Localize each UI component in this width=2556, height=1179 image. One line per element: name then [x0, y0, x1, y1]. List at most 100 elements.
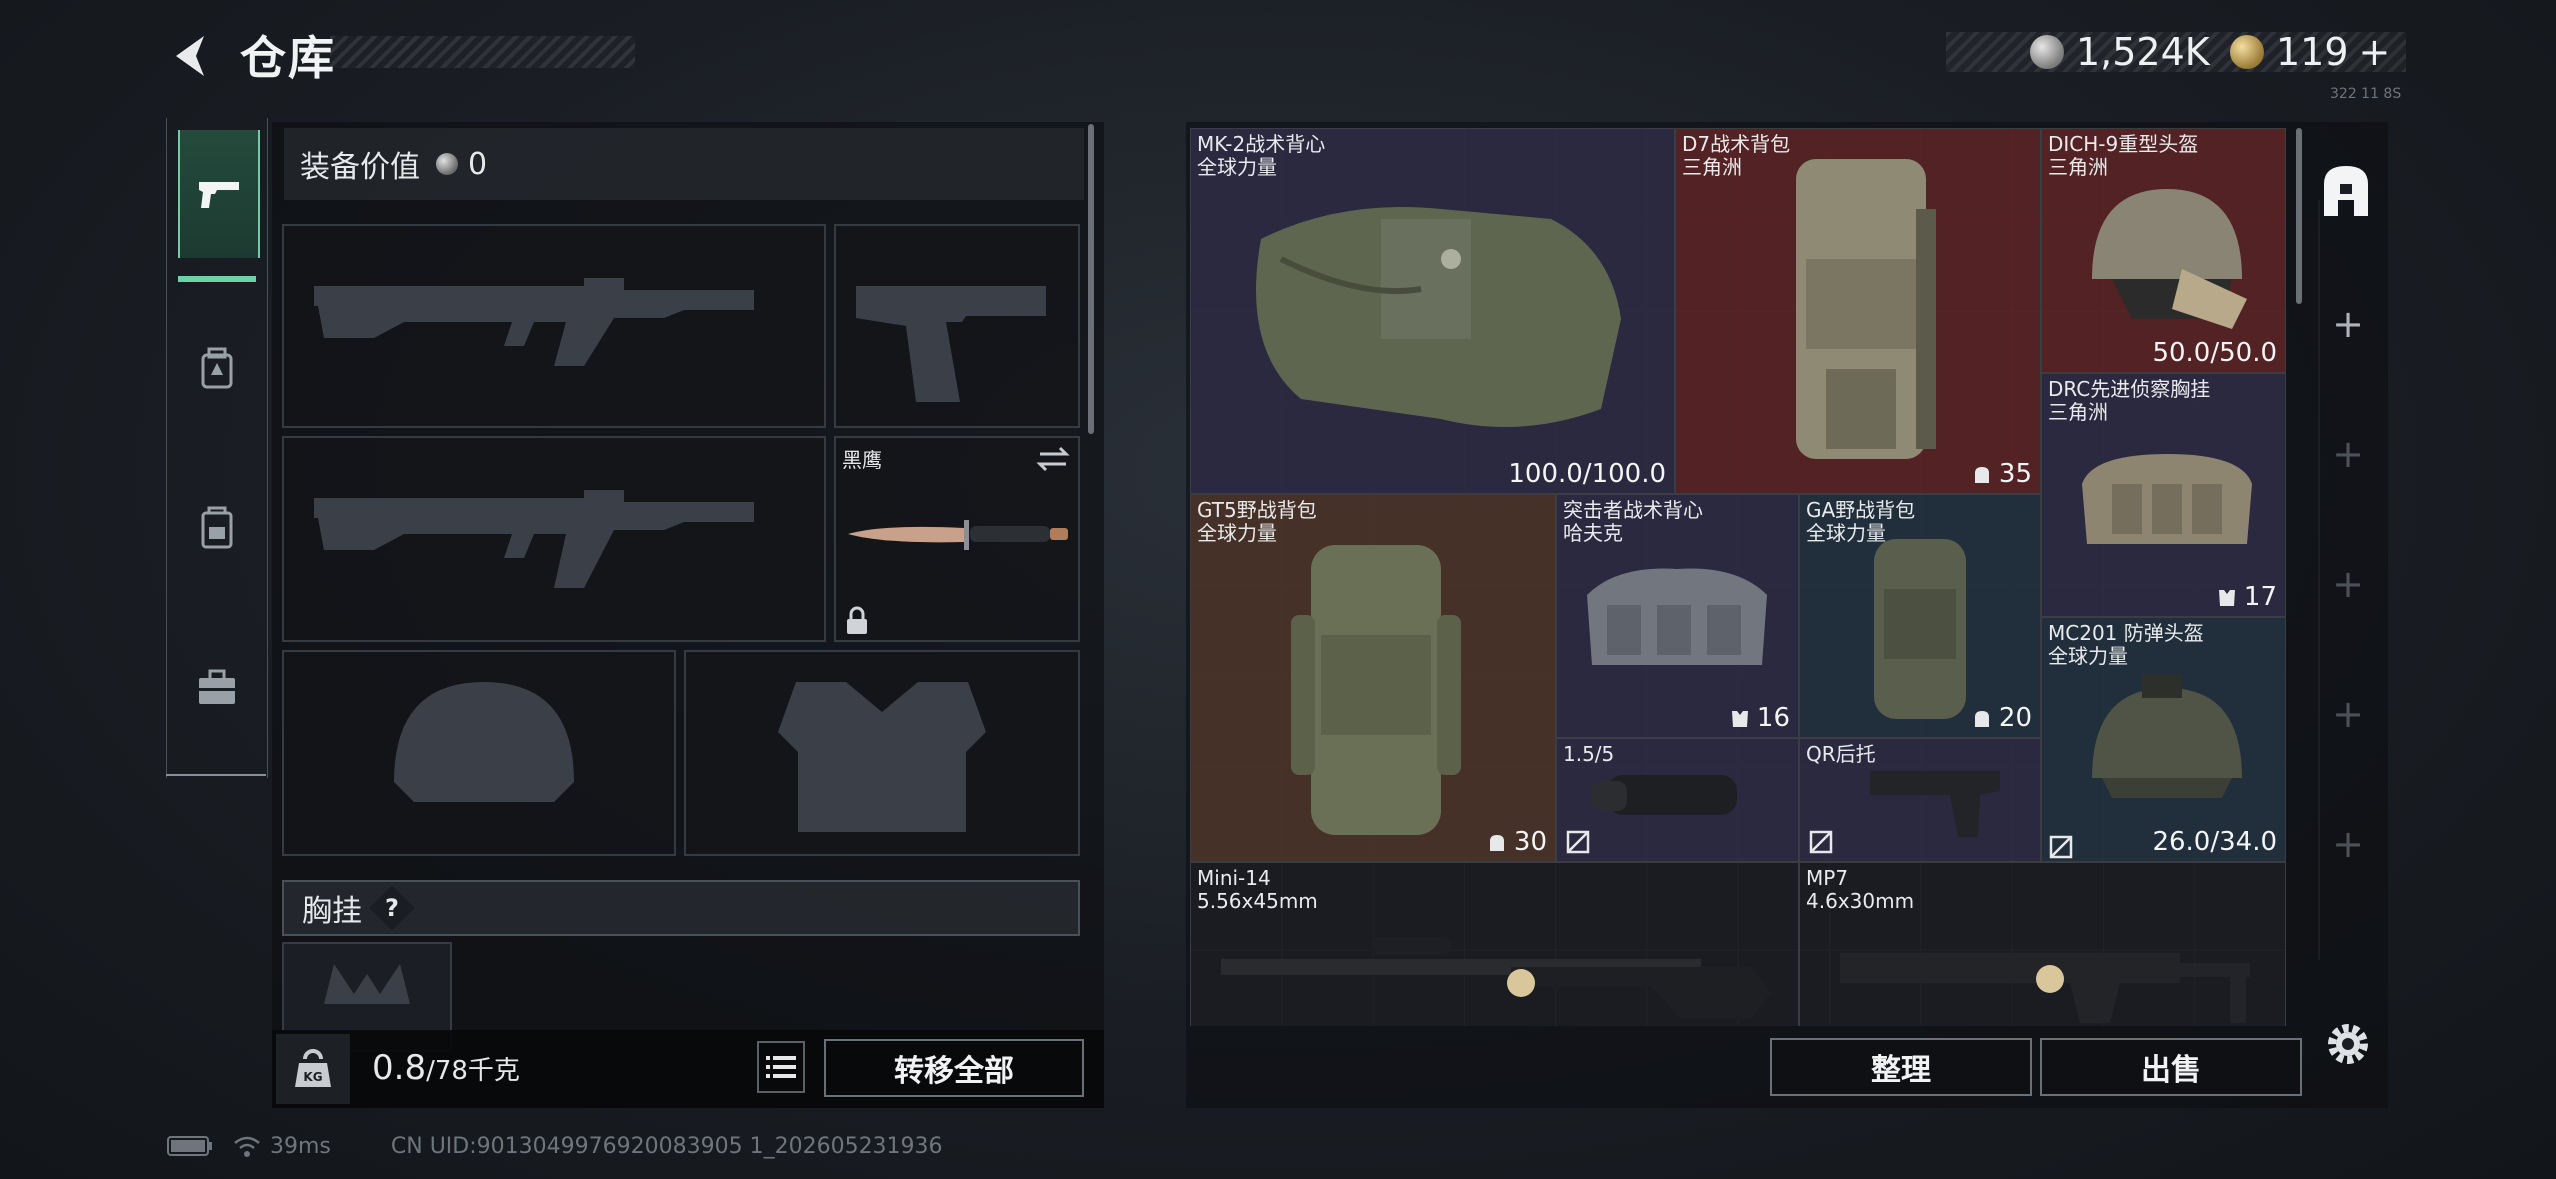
add-currency-icon[interactable]: +: [2359, 30, 2391, 74]
secondary-weapon-slot[interactable]: [282, 436, 826, 642]
item-name: Mini-14: [1197, 866, 1271, 890]
weight-current: 0.8: [372, 1048, 427, 1088]
item-gt5-backpack[interactable]: GT5野战背包 全球力量 30: [1190, 494, 1556, 862]
vest-capacity-icon: [2218, 590, 2235, 606]
no-attach-icon: [1566, 830, 1590, 854]
help-icon[interactable]: ?: [369, 885, 415, 931]
item-name: GT5野战背包: [1197, 498, 1317, 522]
item-drc-chest-rig[interactable]: DRC先进侦察胸挂 三角洲 17: [2041, 373, 2286, 617]
gold-currency[interactable]: 119 +: [2230, 26, 2390, 78]
item-mk2-vest[interactable]: MK-2战术背心 全球力量 100.0/100.0: [1190, 128, 1675, 494]
gold-amount: 119: [2276, 30, 2349, 74]
item-assault-vest[interactable]: 突击者战术背心 哈夫克 16: [1556, 494, 1799, 738]
gear-icon: [2328, 1024, 2368, 1064]
no-attach-icon: [1809, 830, 1833, 854]
item-ga-backpack[interactable]: GA野战背包 全球力量 20: [1799, 494, 2041, 738]
svg-text:KG: KG: [303, 1070, 322, 1084]
side-divider: [2318, 200, 2320, 960]
add-stash-tab-icon[interactable]: +: [2328, 692, 2368, 736]
capacity-value: 30: [1486, 827, 1547, 857]
transfer-all-button[interactable]: 转移全部: [824, 1039, 1084, 1097]
item-name: DRC先进侦察胸挂: [2048, 377, 2211, 401]
tab-weapons[interactable]: [178, 130, 260, 258]
item-mc201-helmet[interactable]: MC201 防弹头盔 全球力量 26.0/34.0: [2041, 617, 2286, 862]
settings-button[interactable]: [2320, 1016, 2376, 1072]
equip-value-label: 装备价值: [300, 150, 420, 185]
add-stash-tab-icon[interactable]: +: [2328, 822, 2368, 866]
primary-weapon-slot[interactable]: [282, 224, 826, 428]
back-button[interactable]: [160, 28, 220, 84]
add-stash-tab-icon[interactable]: +: [2328, 432, 2368, 476]
helmet-image: [2092, 674, 2242, 798]
pistol-icon: [199, 182, 239, 208]
chest-rig-label: 胸挂: [302, 894, 362, 929]
knife-icon: [848, 520, 1068, 550]
helmet-slot[interactable]: [282, 650, 676, 856]
rail-divider: [166, 774, 266, 776]
item-faction: 5.56x45mm: [1197, 889, 1318, 913]
smg-image: [1840, 953, 2250, 1023]
equip-value-row: 装备价值 0: [284, 128, 1084, 200]
list-icon: [766, 1056, 796, 1078]
item-dich9-helmet[interactable]: DICH-9重型头盔 三角洲 50.0/50.0: [2041, 128, 2286, 373]
weight-max: /78千克: [426, 1056, 520, 1086]
stock-image: [1870, 771, 2000, 837]
version-label: 322 11 8S: [2330, 86, 2402, 102]
item-qr-stock[interactable]: QR后托: [1799, 738, 2041, 862]
rifle-silhouette-icon: [314, 278, 754, 366]
stash-tab-main[interactable]: [2316, 160, 2376, 220]
uid-text: CN UID:9013049976920083905 1_20260523193…: [390, 1133, 943, 1159]
heavy-helmet-image: [2092, 189, 2247, 329]
swap-icon[interactable]: [1036, 444, 1070, 474]
backpack-image: [1291, 545, 1461, 835]
item-faction: 全球力量: [2048, 644, 2128, 668]
backpack-image: [1874, 539, 1966, 719]
scope-image: [1591, 775, 1737, 815]
vest-capacity-icon: [1731, 711, 1748, 727]
kettlebell-icon: KG: [295, 1049, 331, 1087]
item-name: DICH-9重型头盔: [2048, 132, 2199, 156]
wifi-icon: [234, 1136, 260, 1157]
helmet-silhouette-icon: [394, 682, 574, 802]
chest-rig-header: 胸挂 ?: [282, 880, 1080, 936]
item-name: MP7: [1806, 866, 1849, 890]
sort-button[interactable]: 整理: [1770, 1038, 2032, 1096]
stash-scrollbar[interactable]: [2296, 128, 2302, 304]
item-name: MC201 防弹头盔: [2048, 621, 2204, 645]
item-mp7[interactable]: MP7 4.6x30mm: [1799, 862, 2286, 1026]
stash-grid: MK-2战术背心 全球力量 100.0/100.0 D7战术背包 三角洲 35 DI…: [1190, 128, 2286, 1026]
item-name: MK-2战术背心: [1197, 132, 1326, 156]
add-stash-tab-icon[interactable]: +: [2328, 562, 2368, 606]
melee-slot[interactable]: 黑鹰: [834, 436, 1080, 642]
durability-value: 26.0/34.0: [2152, 827, 2277, 857]
armor-silhouette-icon: [778, 682, 986, 832]
capacity-icon: [1489, 835, 1504, 851]
item-d7-backpack[interactable]: D7战术背包 三角洲 35: [1675, 128, 2041, 494]
item-scope[interactable]: 1.5/5: [1556, 738, 1799, 862]
item-mini14[interactable]: Mini-14 5.56x45mm: [1190, 862, 1799, 1026]
tab-backpack[interactable]: [178, 464, 256, 592]
armor-slot[interactable]: [684, 650, 1080, 856]
silver-coin-icon: [436, 153, 458, 175]
tab-active-indicator: [178, 276, 256, 282]
no-attach-icon: [2049, 835, 2073, 859]
sell-button[interactable]: 出售: [2040, 1038, 2302, 1096]
sidearm-slot[interactable]: [834, 224, 1080, 428]
chest-rig-image: [1587, 568, 1767, 665]
loadout-scrollbar[interactable]: [1088, 124, 1094, 434]
capacity-icon: [1974, 467, 1989, 483]
capacity-value: 17: [2216, 582, 2277, 612]
title-stripe-decoration: [330, 36, 635, 68]
battery-icon: [167, 1136, 212, 1156]
item-name: 突击者战术背心: [1563, 498, 1703, 522]
silver-currency: 1,524K: [2030, 26, 2210, 78]
list-view-button[interactable]: [757, 1041, 805, 1093]
add-stash-tab-icon[interactable]: +: [2328, 302, 2368, 346]
tab-gear[interactable]: [178, 304, 256, 432]
capacity-icon: [1974, 711, 1989, 727]
tab-case[interactable]: [178, 624, 256, 752]
capacity-value: 35: [1971, 459, 2032, 489]
status-bar: 39ms CN UID:9013049976920083905 1_202605…: [166, 1126, 943, 1166]
capacity-value: 20: [1971, 703, 2032, 733]
page-title: 仓库: [240, 31, 336, 85]
